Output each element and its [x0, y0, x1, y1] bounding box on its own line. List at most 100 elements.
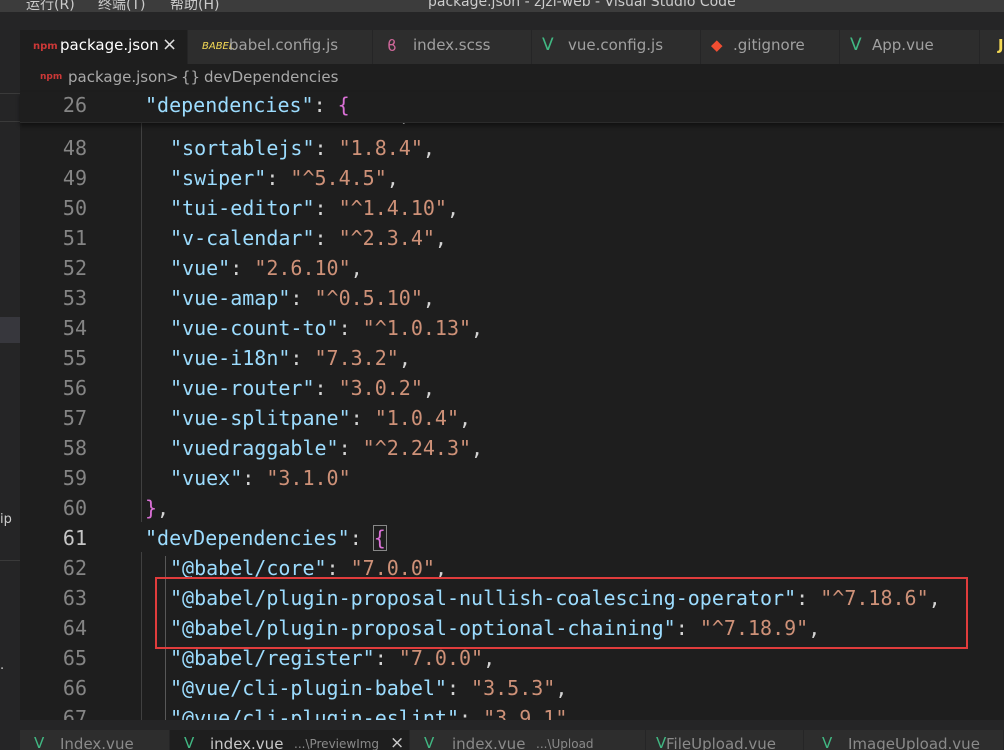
close-icon[interactable]: × [162, 34, 177, 55]
code-token: "1.0.4" [374, 406, 460, 430]
editor-tab-bar-bottom: V Index.vue V index.vue ...\PreviewImg ×… [20, 720, 1004, 750]
tab-index-vue[interactable]: V Index.vue [20, 730, 170, 750]
close-icon[interactable]: × [390, 733, 404, 750]
code-line[interactable]: 52 "vue": "2.6.10", [20, 254, 1004, 284]
tab-vue-config[interactable]: V vue.config.js [532, 30, 701, 64]
code-token: : [374, 646, 399, 670]
code-line[interactable]: 53 "vue-amap": "^0.5.10", [20, 284, 1004, 314]
code-line[interactable]: 50 "tui-editor": "^1.4.10", [20, 194, 1004, 224]
tab-label: FileUpload.vue [666, 735, 777, 750]
vue-icon: V [850, 35, 862, 55]
code-line[interactable]: 55 "vue-i18n": "7.3.2", [20, 344, 1004, 374]
code-text: "vue-count-to": "^1.0.13", [170, 316, 483, 340]
code-line[interactable]: 58 "vuedraggable": "^2.24.3", [20, 434, 1004, 464]
tab-index-vue-upload[interactable]: V index.vue ...\Upload [410, 730, 646, 750]
code-token: , [157, 496, 170, 520]
code-line[interactable]: 66 "@vue/cli-plugin-babel": "3.5.3", [20, 674, 1004, 704]
code-token: , [446, 196, 460, 220]
tab-label: babel.config.js [229, 36, 339, 54]
tab-index-vue-previewimg[interactable]: V index.vue ...\PreviewImg × [170, 730, 410, 750]
vue-icon: V [184, 734, 195, 750]
line-number: 48 [62, 136, 87, 160]
tab-label: Index.vue [60, 735, 134, 750]
code-token: , [422, 136, 435, 160]
tab-label: App.vue [872, 36, 934, 54]
line-number: 52 [62, 256, 87, 280]
sidebar-edge: ip . [0, 12, 20, 750]
code-text: "dependencies": { [145, 93, 350, 117]
sticky-scroll-line[interactable]: 26 "dependencies": { [20, 92, 1004, 123]
code-text: "v-calendar": "^2.3.4", [170, 226, 447, 250]
code-token: "vuex" [170, 466, 243, 490]
vue-icon: V [424, 734, 435, 750]
code-token: , [398, 346, 411, 370]
code-token: "^1.0.13" [362, 316, 472, 340]
tab-package-json[interactable]: npm package.json × [20, 30, 188, 64]
code-token: "swiper" [170, 166, 267, 190]
code-token: "vue-amap" [170, 286, 291, 310]
line-number: 66 [62, 676, 87, 700]
tab-app-vue[interactable]: V App.vue [840, 30, 980, 64]
code-text: "tui-editor": "^1.4.10", [170, 196, 459, 220]
tab-babel-config[interactable]: BABEL babel.config.js [188, 30, 373, 64]
code-token: "vue-splitpane" [170, 406, 351, 430]
code-line[interactable]: 61 "devDependencies": { [20, 524, 1004, 554]
tab-label: index.vue [210, 735, 284, 750]
tab-index-scss[interactable]: ϐ index.scss [373, 30, 532, 64]
tab-imageupload-vue[interactable]: V ImageUpload.vue [804, 730, 1004, 750]
code-text: "@vue/cli-plugin-eslint": "3.9.1", [170, 706, 579, 720]
code-token: { [337, 93, 350, 117]
code-line[interactable]: 56 "vue-router": "3.0.2", [20, 374, 1004, 404]
code-token: "3.0.2" [338, 376, 423, 400]
code-text: "vue-router": "3.0.2", [170, 376, 435, 400]
code-token: : [314, 226, 339, 250]
code-token: "sortablejs" [170, 136, 315, 160]
code-token: : [338, 316, 363, 340]
menu-run[interactable]: 运行(R) [26, 0, 75, 12]
code-line[interactable]: 54 "vue-count-to": "^1.0.13", [20, 314, 1004, 344]
code-line[interactable]: 60}, [20, 494, 1004, 524]
line-number: 54 [62, 316, 87, 340]
menu-terminal[interactable]: 终端(T) [98, 0, 145, 12]
sidebar-selected-item[interactable] [0, 317, 20, 343]
breadcrumb-separator: > [166, 68, 179, 86]
tab-gitignore[interactable]: ◆ .gitignore [701, 30, 840, 64]
line-number: 62 [62, 556, 87, 580]
editor-tab-bar: npm package.json × BABEL babel.config.js… [20, 12, 1004, 64]
code-line[interactable]: 59 "vuex": "3.1.0" [20, 464, 1004, 494]
code-token: , [386, 166, 399, 190]
code-token: "@vue/cli-plugin-babel" [170, 676, 447, 700]
line-number: 58 [62, 436, 87, 460]
code-line[interactable]: 51 "v-calendar": "^2.3.4", [20, 224, 1004, 254]
line-number: 67 [62, 706, 87, 720]
code-line[interactable]: 67 "@vue/cli-plugin-eslint": "3.9.1", [20, 704, 1004, 720]
tab-js-file[interactable]: J [980, 30, 1004, 64]
breadcrumb-file[interactable]: package.json [68, 68, 167, 86]
tab-label: index.vue [452, 735, 526, 750]
code-text: "vuex": "3.1.0" [170, 466, 351, 490]
npm-icon: npm [40, 72, 63, 82]
breadcrumb-symbol[interactable]: devDependencies [204, 68, 338, 86]
sass-icon: ϐ [387, 36, 397, 55]
code-line[interactable]: 49 "swiper": "^5.4.5", [20, 164, 1004, 194]
code-token: "^0.5.10" [314, 286, 423, 310]
vue-icon: V [822, 734, 833, 750]
tab-label: ImageUpload.vue [848, 735, 980, 750]
code-token: "^2.3.4" [338, 226, 435, 250]
code-token: , [555, 676, 568, 700]
braces-icon: {} [181, 68, 201, 86]
code-line[interactable]: 57 "vue-splitpane": "1.0.4", [20, 404, 1004, 434]
line-number: 53 [62, 286, 87, 310]
code-token: , [483, 646, 496, 670]
tab-fileupload-vue[interactable]: V FileUpload.vue [646, 730, 804, 750]
code-token: "3.1.0" [266, 466, 351, 490]
code-line[interactable]: 48 "sortablejs": "1.8.4", [20, 134, 1004, 164]
code-token: : [266, 166, 291, 190]
code-token: "^5.4.5" [290, 166, 387, 190]
line-number: 51 [62, 226, 87, 250]
sidebar-text-fragment: ip [0, 512, 12, 527]
line-number: 60 [62, 496, 87, 520]
code-token: "@babel/register" [170, 646, 375, 670]
git-icon: ◆ [711, 36, 723, 54]
menu-help[interactable]: 帮助(H) [170, 0, 219, 12]
